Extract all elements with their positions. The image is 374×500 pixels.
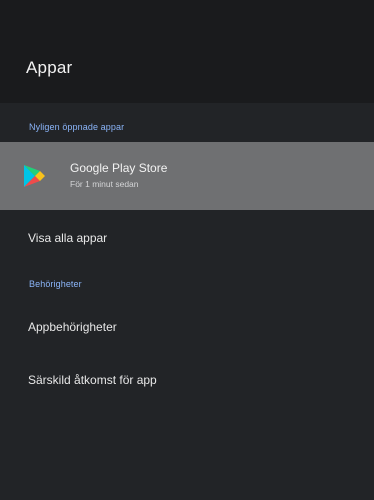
page-title: Appar — [26, 58, 73, 77]
special-app-access-item[interactable]: Särskild åtkomst för app — [28, 373, 157, 387]
settings-panel: Appar Nyligen öppnade appar Google Play … — [0, 0, 374, 500]
app-name: Google Play Store — [70, 161, 168, 175]
app-last-used: För 1 minut sedan — [70, 179, 139, 189]
app-permissions-item[interactable]: Appbehörigheter — [28, 320, 117, 334]
view-all-apps-item[interactable]: Visa alla appar — [28, 231, 107, 245]
google-play-icon — [24, 165, 45, 187]
panel-header: Appar — [0, 0, 374, 103]
app-item-google-play-store[interactable]: Google Play Store För 1 minut sedan — [0, 142, 374, 210]
section-permissions: Behörigheter — [29, 279, 82, 289]
section-recent-apps: Nyligen öppnade appar — [29, 122, 125, 132]
